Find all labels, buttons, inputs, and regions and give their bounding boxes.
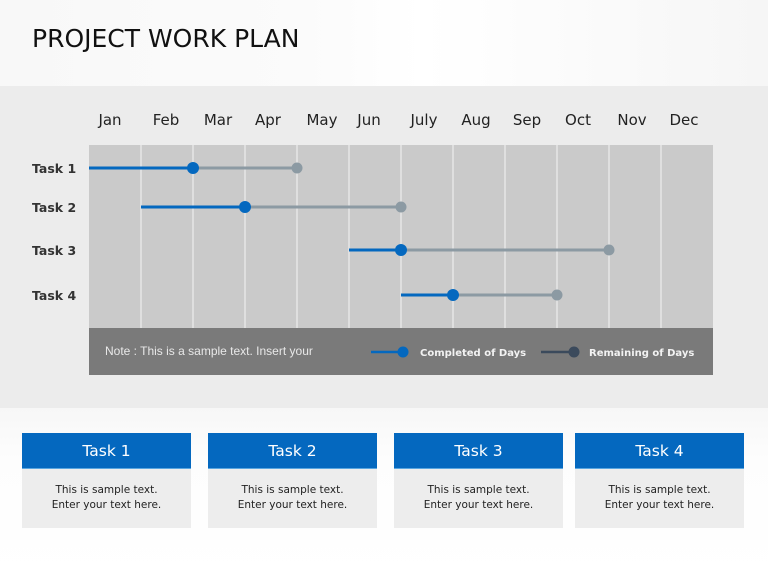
legend-label: Remaining of Days (589, 348, 694, 359)
legend-swatch-marker (397, 346, 409, 358)
note-text: Note : This is a sample text. Insert you… (105, 344, 313, 358)
month-label: Feb (153, 111, 180, 129)
task-card-title: Task 3 (394, 433, 563, 469)
task-card-title: Task 1 (22, 433, 191, 469)
legend-label: Completed of Days (420, 348, 526, 359)
progress-marker (187, 162, 199, 174)
task-card-line: Enter your text here. (423, 499, 534, 511)
task-card-line: This is sample text. (241, 484, 344, 496)
task-card-title: Task 4 (575, 433, 744, 469)
end-marker (395, 201, 407, 213)
task-card-line: This is sample text. (608, 484, 711, 496)
month-label: May (306, 111, 337, 129)
task-card-line: Enter your text here. (604, 499, 715, 511)
progress-marker (447, 289, 459, 301)
end-marker (551, 289, 563, 301)
task-labels: Task 1 Task 2 Task 3 Task 4 (32, 161, 76, 303)
task-card-body: This is sample text. Enter your text her… (575, 469, 744, 513)
task-label: Task 2 (32, 200, 76, 215)
month-label: Dec (669, 111, 698, 129)
task-card-line: Enter your text here. (237, 499, 348, 511)
month-label: Sep (513, 111, 541, 129)
month-label: Jun (356, 111, 380, 129)
task-card-line: Enter your text here. (51, 499, 162, 511)
month-label: Nov (617, 111, 646, 129)
task-card-title: Task 2 (208, 433, 377, 469)
task-card: Task 3 This is sample text. Enter your t… (394, 433, 563, 528)
task-card-body: This is sample text. Enter your text her… (22, 469, 191, 513)
month-label: Mar (204, 111, 233, 129)
month-label: Oct (565, 111, 591, 129)
task-card-body: This is sample text. Enter your text her… (208, 469, 377, 513)
task-card: Task 4 This is sample text. Enter your t… (575, 433, 744, 528)
month-label: July (410, 111, 438, 129)
progress-marker (239, 201, 251, 213)
task-card: Task 1 This is sample text. Enter your t… (22, 433, 191, 528)
month-label: Apr (255, 111, 282, 129)
task-label: Task 4 (32, 288, 76, 303)
end-marker (603, 244, 615, 256)
task-card-body: This is sample text. Enter your text her… (394, 469, 563, 513)
task-card-line: This is sample text. (427, 484, 530, 496)
task-card-line: This is sample text. (55, 484, 158, 496)
month-label: Jan (97, 111, 121, 129)
task-card: Task 2 This is sample text. Enter your t… (208, 433, 377, 528)
task-label: Task 1 (32, 161, 76, 176)
legend-swatch-marker (568, 346, 580, 358)
month-labels: Jan Feb Mar Apr May Jun July Aug Sep Oct Nov Dec (97, 111, 698, 129)
progress-marker (395, 244, 407, 256)
end-marker (291, 162, 303, 174)
task-label: Task 3 (32, 243, 76, 258)
month-label: Aug (461, 111, 490, 129)
